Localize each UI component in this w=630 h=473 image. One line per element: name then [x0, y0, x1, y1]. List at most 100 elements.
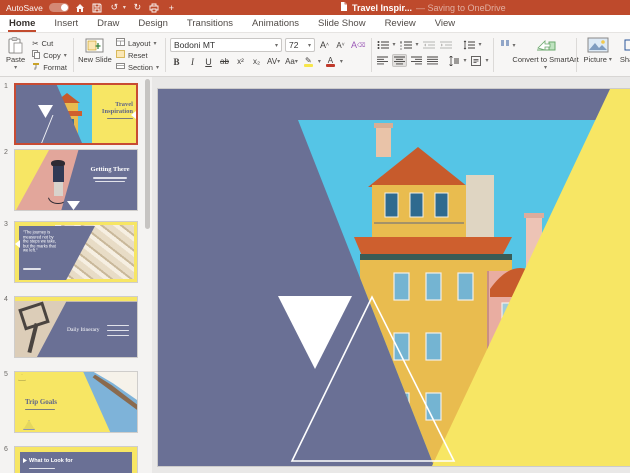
undo-icon[interactable]: ↺ [109, 2, 120, 13]
character-spacing-button[interactable]: AV▾ [266, 55, 281, 68]
change-case-button[interactable]: Aa▾ [284, 55, 299, 68]
font-color-caret-icon[interactable]: ▾ [340, 58, 343, 65]
cut-icon: ✂ [32, 39, 38, 48]
align-right-button[interactable] [410, 54, 423, 67]
justify-button[interactable] [426, 54, 439, 67]
line-spacing-caret-icon[interactable]: ▾ [479, 41, 482, 48]
tab-insert[interactable]: Insert [53, 16, 79, 32]
copy-button[interactable]: Copy ▾ [30, 49, 69, 61]
highlight-color-button[interactable]: ✎ [302, 55, 315, 68]
thumbnail-row-4: 4 Daily Itinerary [3, 296, 143, 358]
tab-design[interactable]: Design [137, 16, 169, 32]
scrollbar-thumb[interactable] [145, 79, 150, 229]
slide-number: 4 [4, 296, 8, 303]
tab-home[interactable]: Home [8, 16, 36, 32]
more-commands-icon[interactable]: + [166, 2, 177, 13]
slide-graphic [158, 89, 630, 466]
font-color-button[interactable]: A [324, 55, 337, 68]
columns-icon [500, 40, 510, 50]
align-left-button[interactable] [376, 54, 389, 67]
increase-indent-button[interactable] [439, 38, 453, 51]
font-size-value: 72 [289, 40, 298, 50]
numbering-caret-icon[interactable]: ▾ [416, 41, 419, 48]
tab-view[interactable]: View [434, 16, 456, 32]
font-size-select[interactable]: 72 ▾ [285, 38, 315, 52]
reset-button[interactable]: Reset [114, 49, 161, 61]
document-sync-icon [340, 2, 348, 13]
layout-caret-icon: ▾ [153, 40, 156, 47]
line-spacing-button[interactable] [462, 38, 476, 51]
tab-review[interactable]: Review [384, 16, 417, 32]
italic-button[interactable]: I [186, 55, 199, 68]
subscript-button[interactable]: x₂ [250, 55, 263, 68]
picture-button[interactable]: Picture▾ [581, 35, 615, 75]
tab-transitions[interactable]: Transitions [186, 16, 234, 32]
picture-caret-icon: ▾ [609, 56, 612, 64]
layout-button[interactable]: Layout ▾ [114, 37, 161, 49]
slide-editor[interactable] [158, 89, 630, 466]
text-direction-caret-icon[interactable]: ▾ [486, 57, 489, 64]
cut-button[interactable]: ✂ Cut [30, 37, 69, 49]
thumb2-title: Getting There [87, 166, 133, 173]
document-title[interactable]: Travel Inspir... [352, 3, 412, 13]
slide-thumbnail-5[interactable]: Trip Goals [14, 371, 138, 433]
tab-animations[interactable]: Animations [251, 16, 300, 32]
decrease-indent-button[interactable] [422, 38, 436, 51]
clipboard-group: Paste ▾ ✂ Cut Copy ▾ Format [2, 35, 70, 75]
picture-icon [587, 36, 609, 54]
slide-thumbnail-4[interactable]: Daily Itinerary [14, 296, 138, 358]
numbering-button[interactable] [399, 38, 413, 51]
font-name-select[interactable]: Bodoni MT ▾ [170, 38, 282, 52]
shapes-icon [624, 36, 630, 54]
underline-button[interactable]: U [202, 55, 215, 68]
thumb3-quote: "The journey is measured not by the step… [23, 231, 57, 254]
strikethrough-button[interactable]: ab [218, 55, 231, 68]
slide-thumbnail-3[interactable]: "The journey is measured not by the step… [14, 221, 138, 283]
bullets-button[interactable] [376, 38, 390, 51]
redo-icon[interactable]: ↻ [132, 2, 143, 13]
slide-thumbnail-1[interactable]: Travel Inspiration [14, 83, 138, 145]
clear-formatting-button[interactable]: A⌫ [350, 39, 367, 52]
slide-thumbnail-6[interactable]: What to Look for [14, 446, 138, 473]
tab-draw[interactable]: Draw [96, 16, 120, 32]
superscript-button[interactable]: x² [234, 55, 247, 68]
decrease-font-button[interactable]: A˅ [334, 39, 347, 52]
print-icon[interactable] [149, 2, 160, 13]
text-direction-button[interactable] [470, 54, 483, 67]
slide-thumbnail-2[interactable]: Getting There [14, 149, 138, 211]
new-slide-label: New Slide [78, 56, 112, 64]
bold-button[interactable]: B [170, 55, 183, 68]
home-icon[interactable] [75, 2, 86, 13]
thumbnail-row-6: 6 What to Look for [3, 446, 143, 473]
section-button[interactable]: Section ▾ [114, 61, 161, 73]
bullets-caret-icon[interactable]: ▾ [393, 41, 396, 48]
thumbnail-row-3: 3 "The journey is measured not by the st… [3, 221, 143, 283]
autosave-toggle[interactable] [49, 3, 69, 12]
section-caret-icon: ▾ [156, 64, 159, 71]
font-group: Bodoni MT ▾ 72 ▾ A˄ A˅ A⌫ B I U ab x² x₂… [169, 35, 368, 75]
align-center-button[interactable] [392, 54, 407, 67]
format-painter-button[interactable]: Format [30, 61, 69, 73]
increase-font-button[interactable]: A˄ [318, 39, 331, 52]
tab-slideshow[interactable]: Slide Show [317, 16, 367, 32]
thumbnail-scrollbar[interactable] [145, 79, 150, 471]
copy-icon [32, 50, 40, 61]
save-icon[interactable] [92, 2, 103, 13]
convert-smartart-button[interactable]: Convert to SmartArt ▾ [520, 35, 572, 75]
paste-button[interactable]: Paste ▾ [3, 35, 28, 75]
autosave-label: AutoSave [6, 3, 43, 13]
slides-group: New Slide Layout ▾ Reset Section ▾ [77, 35, 162, 75]
slide-number: 1 [4, 83, 8, 90]
paste-label: Paste [6, 56, 25, 64]
reset-icon [116, 50, 125, 60]
highlight-caret-icon[interactable]: ▾ [318, 58, 321, 65]
smartart-group: ▾ Convert to SmartArt ▾ [497, 35, 573, 75]
convert-smartart-label: Convert to SmartArt [512, 56, 578, 64]
align-text-button[interactable] [448, 54, 461, 67]
columns-button[interactable]: ▾ [498, 39, 518, 51]
workspace: 1 Travel Inspiration [0, 77, 630, 473]
undo-caret-icon[interactable]: ▾ [123, 4, 126, 11]
shapes-button[interactable]: Shapes▾ [617, 35, 630, 75]
new-slide-button[interactable]: New Slide [78, 35, 112, 75]
align-text-caret-icon[interactable]: ▾ [464, 57, 467, 64]
